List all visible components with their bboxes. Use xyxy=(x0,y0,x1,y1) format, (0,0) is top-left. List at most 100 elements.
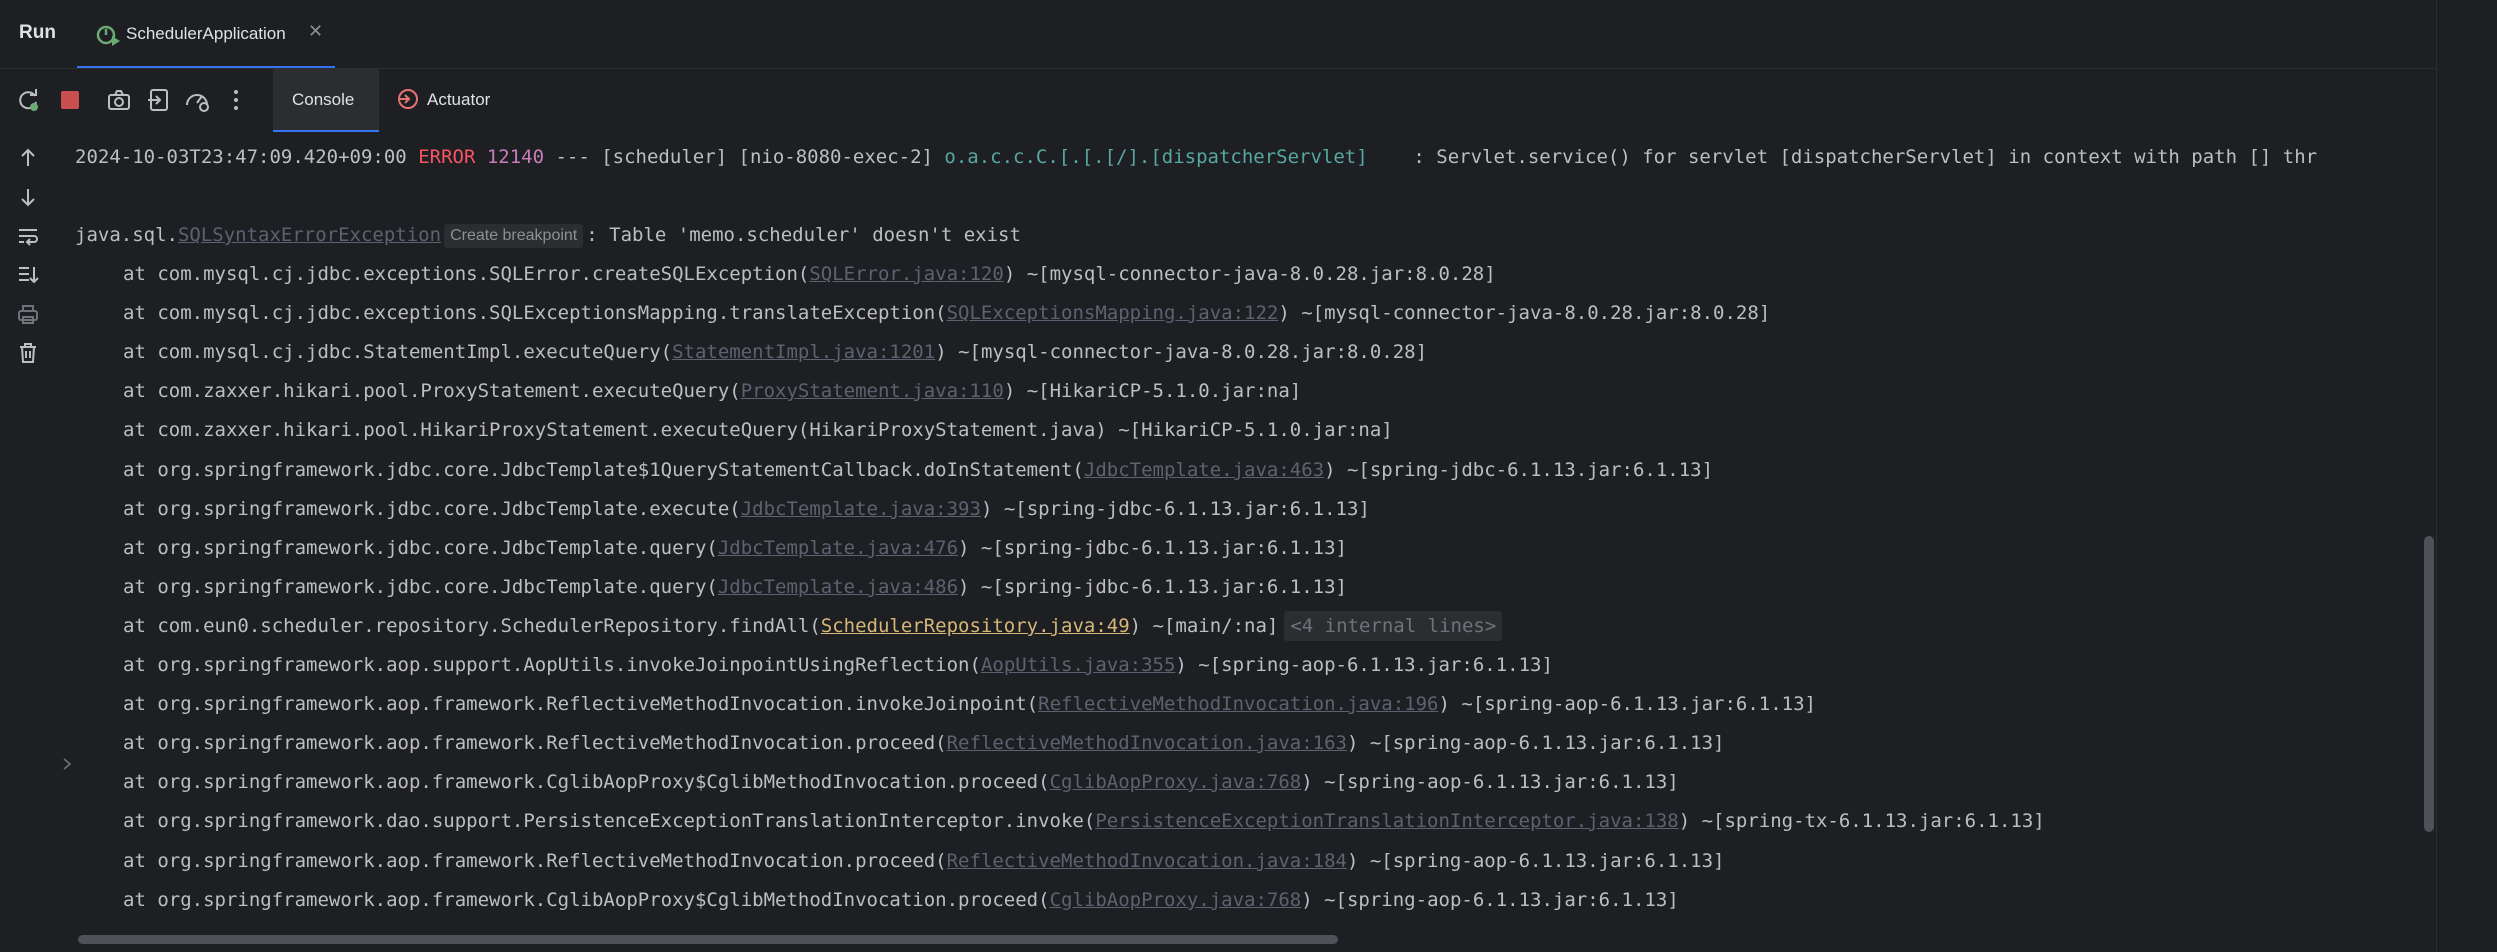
create-breakpoint-button[interactable]: Create breakpoint xyxy=(444,223,584,248)
tab-scheduler-application[interactable]: SchedulerApplication ✕ xyxy=(77,0,335,68)
stack-frame-line: at org.springframework.aop.support.AopUt… xyxy=(123,650,1553,680)
console-output[interactable]: 2024-10-03T23:47:09.420+09:00 ERROR 1214… xyxy=(0,132,2420,932)
stack-frame-line: at com.zaxxer.hikari.pool.HikariProxySta… xyxy=(123,415,1393,445)
rerun-icon[interactable] xyxy=(15,87,41,113)
frame-jar: ) ~[spring-aop-6.1.13.jar:6.1.13] xyxy=(1438,693,1817,715)
profiler-icon[interactable] xyxy=(184,87,210,113)
exception-prefix: java.sql. xyxy=(75,224,178,246)
stack-frame-line: at org.springframework.jdbc.core.JdbcTem… xyxy=(123,494,1370,524)
frame-jar: ) ~[HikariCP-5.1.0.jar:na] xyxy=(1003,380,1302,402)
source-link[interactable]: CglibAopProxy.java:768 xyxy=(1050,889,1302,911)
frame-text: at com.mysql.cj.jdbc.StatementImpl.execu… xyxy=(123,341,673,363)
log-pid: 12140 xyxy=(486,146,545,168)
source-link[interactable]: ReflectiveMethodInvocation.java:184 xyxy=(947,850,1347,872)
frame-jar: ) ~[spring-aop-6.1.13.jar:6.1.13] xyxy=(1346,850,1725,872)
frame-text: at org.springframework.aop.framework.Ref… xyxy=(123,693,1039,715)
stop-icon[interactable] xyxy=(57,87,83,113)
frame-text: at org.springframework.jdbc.core.JdbcTem… xyxy=(123,498,741,520)
frame-text: at org.springframework.jdbc.core.JdbcTem… xyxy=(123,459,1084,481)
source-link[interactable]: JdbcTemplate.java:393 xyxy=(741,498,981,520)
stack-frame-line: at org.springframework.dao.support.Persi… xyxy=(123,806,2045,836)
frame-text: at org.springframework.aop.support.AopUt… xyxy=(123,654,981,676)
internal-lines-fold[interactable]: <4 internal lines> xyxy=(1284,611,1503,641)
frame-text: at com.mysql.cj.jdbc.exceptions.SQLExcep… xyxy=(123,302,947,324)
frame-jar: ) ~[mysql-connector-java-8.0.28.jar:8.0.… xyxy=(935,341,1428,363)
horizontal-scrollbar[interactable] xyxy=(78,935,1338,944)
exception-line: java.sql.SQLSyntaxErrorException Create b… xyxy=(75,220,1021,250)
source-link[interactable]: ProxyStatement.java:110 xyxy=(741,380,1004,402)
frame-text: at com.zaxxer.hikari.pool.ProxyStatement… xyxy=(123,380,741,402)
frame-text: at org.springframework.dao.support.Persi… xyxy=(123,810,1096,832)
source-link[interactable]: ReflectiveMethodInvocation.java:163 xyxy=(947,732,1347,754)
frame-text: at com.eun0.scheduler.repository.Schedul… xyxy=(123,615,821,637)
source-link[interactable]: JdbcTemplate.java:476 xyxy=(718,537,958,559)
log-level: ERROR xyxy=(418,146,476,168)
tab-label: SchedulerApplication xyxy=(126,24,286,43)
stack-frame-line: at com.mysql.cj.jdbc.StatementImpl.execu… xyxy=(123,337,1427,367)
exit-icon[interactable] xyxy=(146,87,172,113)
frame-jar: ) ~[mysql-connector-java-8.0.28.jar:8.0.… xyxy=(1278,302,1771,324)
frame-jar: ) ~[spring-tx-6.1.13.jar:6.1.13] xyxy=(1678,810,2045,832)
stack-frame-line: at com.eun0.scheduler.repository.Schedul… xyxy=(123,611,1503,641)
frame-jar: ) ~[spring-jdbc-6.1.13.jar:6.1.13] xyxy=(958,576,1347,598)
frame-jar: ) ~[spring-aop-6.1.13.jar:6.1.13] xyxy=(1346,732,1725,754)
frame-text: at org.springframework.aop.framework.Ref… xyxy=(123,732,947,754)
source-link[interactable]: ReflectiveMethodInvocation.java:196 xyxy=(1038,693,1438,715)
frame-jar: ) ~[spring-jdbc-6.1.13.jar:6.1.13] xyxy=(980,498,1370,520)
close-icon[interactable]: ✕ xyxy=(308,21,323,42)
source-link[interactable]: SQLExceptionsMapping.java:122 xyxy=(947,302,1279,324)
stack-frame-line: at org.springframework.aop.framework.Ref… xyxy=(123,728,1724,758)
more-icon[interactable] xyxy=(223,87,249,113)
chevron-right-icon[interactable] xyxy=(60,757,74,771)
stack-frame-line: at com.mysql.cj.jdbc.exceptions.SQLError… xyxy=(123,259,1496,289)
log-thread: --- [scheduler] [nio-8080-exec-2] xyxy=(544,146,945,168)
log-message: : Servlet.service() for servlet [dispatc… xyxy=(1367,146,2318,168)
source-link[interactable]: SchedulerRepository.java:49 xyxy=(821,615,1130,637)
source-link[interactable]: CglibAopProxy.java:768 xyxy=(1050,771,1302,793)
console-toolbar: Console Actuator xyxy=(0,68,2436,132)
frame-jar: ) ~[main/:na] xyxy=(1129,615,1279,637)
stack-frame-line: at org.springframework.aop.framework.Ref… xyxy=(123,689,1816,719)
frame-text: at org.springframework.aop.framework.Cgl… xyxy=(123,771,1050,793)
frame-text: at com.zaxxer.hikari.pool.HikariProxySta… xyxy=(123,419,1393,441)
log-line-error: 2024-10-03T23:47:09.420+09:00 ERROR 1214… xyxy=(75,142,2317,172)
run-title: Run xyxy=(19,22,56,43)
tab-actuator-label: Actuator xyxy=(427,90,491,109)
actuator-icon xyxy=(398,89,418,109)
source-link[interactable]: JdbcTemplate.java:463 xyxy=(1084,459,1324,481)
frame-jar: ) ~[spring-jdbc-6.1.13.jar:6.1.13] xyxy=(1324,459,1714,481)
exception-message: : Table 'memo.scheduler' doesn't exist xyxy=(586,224,1021,246)
tab-actuator[interactable]: Actuator xyxy=(394,68,504,132)
frame-text: at org.springframework.aop.framework.Cgl… xyxy=(123,889,1050,911)
stack-frame-line: at org.springframework.aop.framework.Cgl… xyxy=(123,767,1679,797)
frame-jar: ) ~[spring-aop-6.1.13.jar:6.1.13] xyxy=(1301,889,1679,911)
source-link[interactable]: AopUtils.java:355 xyxy=(981,654,1175,676)
frame-jar: ) ~[spring-jdbc-6.1.13.jar:6.1.13] xyxy=(958,537,1347,559)
camera-icon[interactable] xyxy=(106,87,132,113)
exception-class-link[interactable]: SQLSyntaxErrorException xyxy=(178,224,441,246)
tab-console[interactable]: Console xyxy=(273,68,379,132)
run-tool-window-header: Run SchedulerApplication ✕ xyxy=(0,0,2436,69)
frame-text: at com.mysql.cj.jdbc.exceptions.SQLError… xyxy=(123,263,810,285)
source-link[interactable]: SQLError.java:120 xyxy=(809,263,1003,285)
panel-divider xyxy=(2436,0,2437,952)
stack-frame-line: at org.springframework.aop.framework.Cgl… xyxy=(123,885,1679,915)
frame-text: at org.springframework.jdbc.core.JdbcTem… xyxy=(123,537,718,559)
frame-jar: ) ~[spring-aop-6.1.13.jar:6.1.13] xyxy=(1175,654,1553,676)
frame-text: at org.springframework.jdbc.core.JdbcTem… xyxy=(123,576,718,598)
frame-jar: ) ~[spring-aop-6.1.13.jar:6.1.13] xyxy=(1301,771,1679,793)
stack-frame-line: at org.springframework.jdbc.core.JdbcTem… xyxy=(123,455,1713,485)
tab-console-label: Console xyxy=(292,90,355,109)
stack-frame-line: at com.mysql.cj.jdbc.exceptions.SQLExcep… xyxy=(123,298,1770,328)
source-link[interactable]: StatementImpl.java:1201 xyxy=(672,341,935,363)
stack-frame-line: at org.springframework.jdbc.core.JdbcTem… xyxy=(123,572,1347,602)
log-timestamp: 2024-10-03T23:47:09.420+09:00 xyxy=(75,146,407,168)
source-link[interactable]: PersistenceExceptionTranslationIntercept… xyxy=(1095,810,1678,832)
source-link[interactable]: JdbcTemplate.java:486 xyxy=(718,576,958,598)
stack-frame-line: at org.springframework.jdbc.core.JdbcTem… xyxy=(123,533,1347,563)
stack-frame-line: at com.zaxxer.hikari.pool.ProxyStatement… xyxy=(123,376,1301,406)
vertical-scrollbar[interactable] xyxy=(2424,536,2434,832)
stack-frame-line: at org.springframework.aop.framework.Ref… xyxy=(123,846,1724,876)
frame-text: at org.springframework.aop.framework.Ref… xyxy=(123,850,947,872)
frame-jar: ) ~[mysql-connector-java-8.0.28.jar:8.0.… xyxy=(1003,263,1496,285)
